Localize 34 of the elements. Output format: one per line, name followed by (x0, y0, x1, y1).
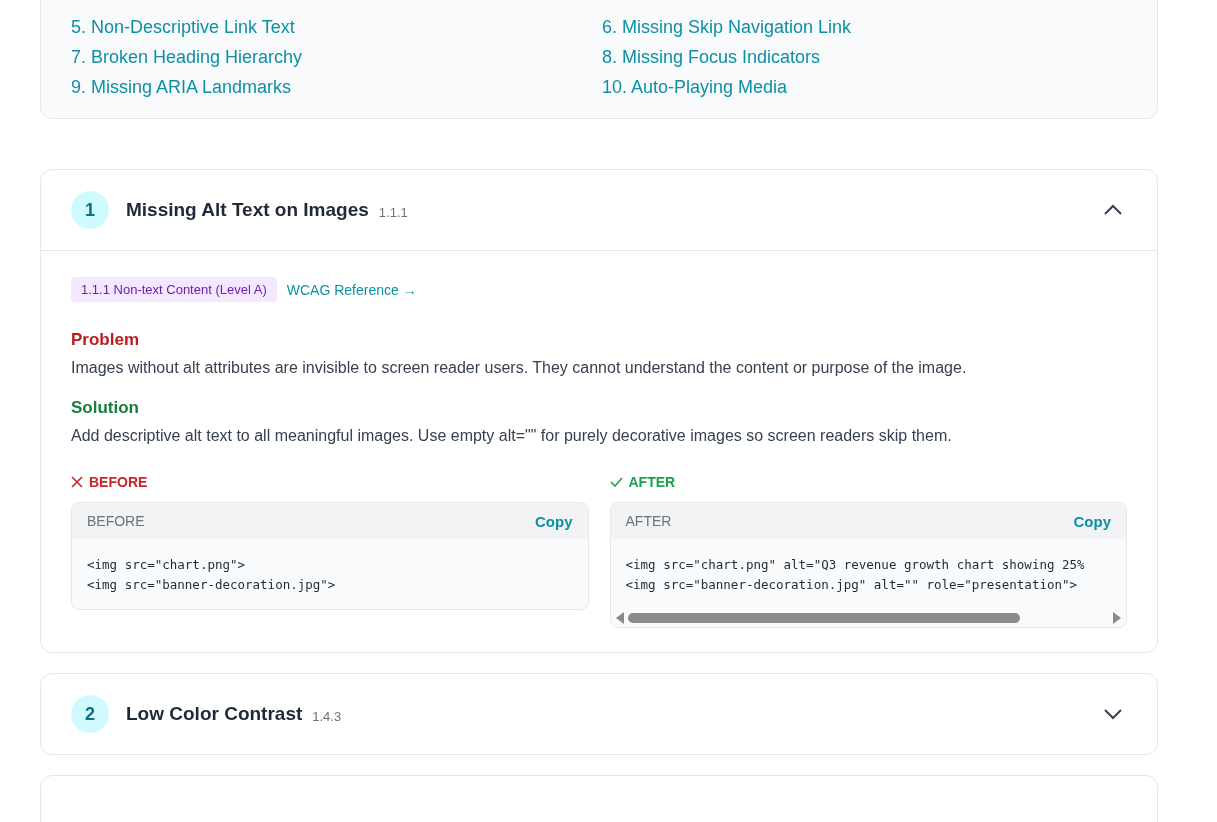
chevron-up-icon[interactable] (1103, 204, 1123, 216)
issue-title: Low Color Contrast (126, 703, 303, 725)
reference-link[interactable]: WCAG Reference → (286, 281, 417, 298)
section-text: Images without alt attributes are invisible to screen reader users. They cannot understand the content or purpose of the image. (71, 358, 968, 378)
section-text: Add descriptive alt text to all meaningful images. Use empty alt="" for purely decorative images so screen readers skip them. (71, 426, 953, 446)
toc-link[interactable]: 6. Missing Skip Navigation Link (602, 16, 852, 38)
scroll-left-icon[interactable] (615, 612, 624, 624)
check-icon (609, 477, 623, 487)
code-text: <img src="chart.png"> <img src="banner-decoration.jpg"> (86, 556, 337, 594)
code-text: <img src="chart.png" alt="Q3 revenue growth chart showing 25% <img src="banner-decoration.jpg" alt="" role="presentation"> (624, 556, 1086, 594)
code-block-title: AFTER (625, 513, 672, 529)
issue-number: 2 (71, 695, 109, 733)
toc-link[interactable]: 5. Non-Descriptive Link Text (71, 16, 295, 38)
scroll-right-icon[interactable] (1113, 612, 1121, 624)
issue-number: 1 (71, 191, 109, 229)
copy-button[interactable]: Copy (1073, 512, 1111, 530)
scrollbar-thumb[interactable] (627, 613, 1020, 623)
code-block-title: BEFORE (87, 513, 145, 529)
example-label: AFTER (628, 474, 676, 490)
criterion-number: 1.1.1 (378, 204, 408, 220)
section-heading: Solution (71, 398, 140, 418)
chevron-down-icon[interactable] (1103, 708, 1123, 720)
copy-button[interactable]: Copy (535, 512, 573, 530)
toc-link[interactable]: 10. Auto-Playing Media (602, 76, 788, 98)
example-label: BEFORE (89, 474, 148, 490)
criterion-number: 1.4.3 (312, 708, 342, 724)
section-heading: Problem (71, 330, 141, 350)
issue-title: Missing Alt Text on Images (126, 199, 369, 221)
horizontal-scrollbar[interactable] (610, 609, 1126, 627)
criterion-tag: 1.1.1 Non-text Content (Level A) (71, 277, 277, 302)
toc-link[interactable]: 7. Broken Heading Hierarchy (71, 46, 303, 68)
cross-icon (71, 476, 83, 488)
toc-link[interactable]: 9. Missing ARIA Landmarks (71, 76, 292, 98)
toc-link[interactable]: 8. Missing Focus Indicators (602, 46, 821, 68)
